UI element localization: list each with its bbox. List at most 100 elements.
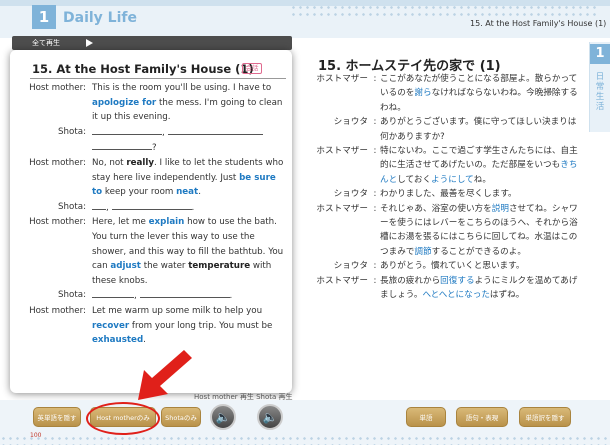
panel-title: 15. At the Host Family's House (1) (32, 62, 254, 76)
speaker-label: Host mother: (29, 305, 86, 316)
jp-dialogue-text: ありがとうございます。僕に守ってほしい決まりは何かありますか? (380, 115, 584, 144)
highlighted-phrase: temperature (188, 261, 251, 272)
dialogue-line: Host mother: No, not really. I like to le… (18, 156, 286, 200)
dialogue-text: This is the room you'll be using. I have… (92, 81, 286, 125)
jp-colon: : (373, 74, 377, 84)
hide-english-button[interactable]: 英単語を隠す (33, 407, 81, 427)
jp-dialogue: ホストマザー: ここがあなたが使うことになる部屋よ。散らかっているのを謝らなければ… (312, 72, 584, 303)
jp-dialogue-line: ショウタ: ありがとう。慣れていくと思います。 (312, 259, 584, 273)
text-run: the water (140, 261, 189, 272)
word-button[interactable]: 単語 (406, 407, 446, 427)
text-run: keep your room (102, 187, 177, 198)
bottom-dot-pattern (0, 435, 610, 445)
text-run: . (229, 291, 233, 302)
answer-blank[interactable] (92, 140, 152, 151)
text-run: . (191, 202, 195, 213)
highlighted-phrase[interactable]: exhausted (92, 335, 143, 345)
text-run: This is the room you'll be using. I have… (92, 83, 272, 93)
jp-dialogue-text: ありがとう。慣れていくと思います。 (380, 259, 584, 273)
dialogue-text: , . (92, 288, 286, 304)
red-arrow-icon (138, 350, 192, 400)
jp-dialogue-line: ホストマザー: それじゃあ、浴室の使い方を説明させてね。シャワーを使うにはレバーを… (312, 202, 584, 260)
dialogue-line: Host mother: This is the room you'll be u… (18, 81, 286, 125)
section-title: 15. At the Host Family's House (1) (470, 19, 607, 28)
text-run: No, not (92, 157, 127, 168)
jp-dialogue-text: わかりました、最善を尽くします。 (380, 187, 584, 201)
answer-blank[interactable] (92, 125, 162, 135)
speaker-label: Shota: (58, 201, 86, 212)
chapter-side-tab[interactable]: 1 日常生活 (589, 42, 610, 132)
text-run: ね。 (473, 174, 491, 185)
highlighted-phrase[interactable]: 調節 (414, 247, 431, 257)
progress-number: 100 (30, 432, 42, 439)
play-icon[interactable] (86, 39, 93, 47)
jp-dialogue-line: ショウタ: わかりました、最善を尽くします。 (312, 187, 584, 201)
highlighted-phrase[interactable]: neat (176, 187, 198, 197)
jp-speaker-label: ショウタ (333, 261, 368, 272)
highlighted-phrase[interactable]: 説明 (492, 204, 509, 214)
text-run: わかりました、最善を尽くします。 (380, 189, 517, 200)
speaker-label: Host mother: (29, 83, 86, 93)
text-run: はずね。 (489, 290, 525, 301)
highlighted-phrase[interactable]: apologize for (92, 98, 156, 108)
jp-dialogue-line: ホストマザー: ここがあなたが使うことになる部屋よ。散らかっているのを謝らなければ… (312, 72, 584, 115)
play-all-bar[interactable]: 全て再生 (12, 36, 292, 50)
text-run: . (198, 187, 201, 198)
speaker-label: Shota: (58, 290, 86, 301)
jp-colon: : (373, 146, 377, 157)
dialogue-line: Shota: , . (18, 288, 286, 304)
dialogue-text: No, not really. I like to let the studen… (92, 156, 286, 200)
text-run: 長旅の疲れから (380, 275, 441, 286)
speaker-icon[interactable]: 🔈 (210, 404, 236, 430)
answer-blank[interactable] (111, 200, 192, 210)
text-run: しておく (397, 174, 432, 185)
text-run: 特にないわ。ここで過ごす学生さんたちには、自主的に生活させてあげたいの。ただ部屋… (380, 146, 578, 171)
phrase-button[interactable]: 語句・表現 (456, 407, 508, 427)
shota-only-button[interactable]: Shotaのみ (161, 407, 201, 427)
jp-speaker-label: ホストマザー (316, 275, 368, 286)
english-dialogue: Host mother: This is the room you'll be u… (18, 81, 286, 348)
hide-vocab-button[interactable]: 単語訳を隠す (519, 407, 571, 427)
text-run: Here, let me (92, 217, 149, 228)
dialogue-text: Let me warm up some milk to help you rec… (92, 304, 286, 348)
text-run: Let me warm up some milk to help you (92, 305, 263, 316)
highlighted-phrase[interactable]: ようにして (431, 175, 474, 185)
jp-colon: : (373, 117, 377, 128)
dialogue-line: Shota: , ? (18, 125, 286, 156)
highlighted-phrase[interactable]: explain (149, 217, 185, 227)
side-tab-number: 1 (590, 44, 610, 64)
highlighted-phrase[interactable]: 謝ら (414, 88, 431, 98)
highlighted-phrase[interactable]: 回復する (440, 276, 474, 286)
jp-colon: : (373, 261, 377, 272)
highlighted-phrase[interactable]: へとへとになった (422, 290, 489, 300)
highlighted-phrase: really (126, 157, 154, 168)
text-run: from your long trip. You must be (129, 320, 273, 331)
dialogue-text: , ? (92, 125, 286, 156)
dialogue-line: Host mother: Here, let me explain how to … (18, 215, 286, 288)
speaker-label: Host mother: (29, 217, 86, 228)
speaker-label: Shota: (58, 126, 86, 137)
speaker-label: Host mother: (29, 157, 86, 168)
speaker-icon-2[interactable]: 🔈 (257, 404, 283, 430)
jp-dialogue-line: ホストマザー: 長旅の疲れから回復するようにミルクを温めてあげましょう。へとへとに… (312, 274, 584, 303)
highlighted-phrase[interactable]: recover (92, 321, 129, 331)
jp-dialogue-line: ホストマザー: 特にないわ。ここで過ごす学生さんたちには、自主的に生活させてあげた… (312, 144, 584, 187)
answer-blank[interactable] (139, 288, 230, 299)
jp-speaker-label: ショウタ (333, 189, 368, 200)
chapter-number: 1 (32, 5, 56, 29)
jp-dialogue-text: ここがあなたが使うことになる部屋よ。散らかっているのを謝らなければならないわね。… (380, 72, 584, 115)
chapter-title: Daily Life (63, 10, 137, 26)
play-all-label: 全て再生 (32, 39, 60, 47)
dialogue-text: Here, let me explain how to use the bath… (92, 215, 286, 288)
answer-blank[interactable] (167, 125, 263, 135)
panel-divider (30, 78, 286, 79)
conversation-badge: 会話 (242, 63, 262, 74)
jp-dialogue-line: ショウタ: ありがとうございます。僕に守ってほしい決まりは何かありますか? (312, 115, 584, 144)
answer-blank[interactable] (92, 288, 134, 299)
dialogue-line: Shota: , . (18, 200, 286, 216)
dialogue-line: Host mother: Let me warm up some milk to … (18, 304, 286, 348)
answer-blank[interactable] (92, 200, 106, 210)
chapter-header: 1 Daily Life 15. At the Host Family's Ho… (0, 0, 610, 38)
side-tab-label: 日常生活 (595, 72, 605, 112)
highlighted-phrase[interactable]: adjust (110, 261, 141, 271)
